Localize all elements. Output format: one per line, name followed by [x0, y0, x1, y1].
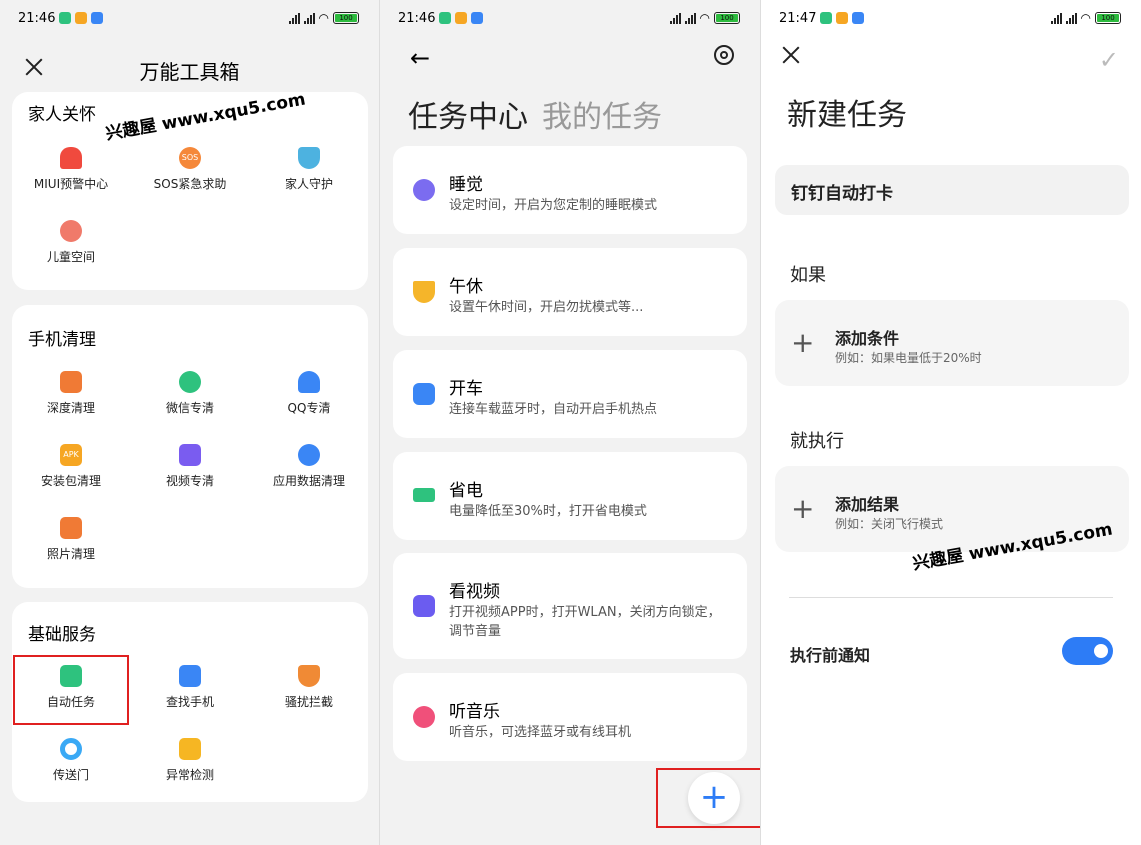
close-icon[interactable] — [779, 44, 803, 68]
toolbox-header: 万能工具箱 — [0, 52, 379, 84]
tool-kids-space[interactable]: 儿童空间 — [12, 220, 130, 265]
back-arrow-icon[interactable]: ← — [410, 44, 430, 72]
task-tabs: 任务中心 我的任务 — [408, 92, 662, 136]
battery-icon: 100 — [1095, 12, 1121, 24]
app-notify-icon — [471, 12, 484, 24]
highlight-box — [13, 655, 129, 725]
tool-spam-block[interactable]: 骚扰拦截 — [250, 665, 368, 710]
task-card-power-save[interactable]: 省电 电量降低至30%时，打开省电模式 — [393, 452, 747, 540]
notify-before-label: 执行前通知 — [790, 646, 871, 665]
battery-icon: 100 — [714, 12, 740, 24]
tab-task-center[interactable]: 任务中心 — [408, 100, 528, 135]
confirm-check-icon[interactable]: ✓ — [1099, 46, 1119, 74]
task-name-field[interactable]: 钉钉自动打卡 — [775, 165, 1129, 215]
task-card-watch-video[interactable]: 看视频 打开视频APP时，打开WLAN，关闭方向锁定，调节音量 — [393, 553, 747, 659]
tool-video-clean[interactable]: 视频专清 — [131, 444, 249, 489]
status-bar: 21:46 ◠ 100 — [18, 8, 359, 28]
status-bar: 21:46 ◠ 100 — [398, 8, 740, 28]
kid-face-icon — [60, 220, 82, 242]
new-task-screen: 21:47 ◠ 100 ✓ 新建任务 钉钉自动打卡 如果 + 添加条件 例如：如… — [761, 0, 1141, 845]
tool-portal[interactable]: 传送门 — [12, 738, 130, 783]
status-time: 21:46 — [398, 10, 436, 26]
tool-anomaly-check[interactable]: 异常检测 — [131, 738, 249, 783]
divider — [789, 597, 1113, 598]
wechat-notify-icon — [820, 12, 833, 24]
car-icon — [413, 383, 435, 405]
notify-before-toggle[interactable] — [1062, 637, 1113, 665]
medkit-icon — [179, 738, 201, 760]
alarm-icon — [60, 147, 82, 169]
tool-wechat-clean[interactable]: 微信专清 — [131, 371, 249, 416]
plus-icon: + — [791, 492, 815, 525]
wifi-icon: ◠ — [318, 11, 329, 25]
section-title: 家人关怀 — [28, 105, 96, 125]
shield-block-icon — [298, 665, 320, 687]
task-center-screen: 21:46 ◠ 100 ← 任务中心 我的任务 睡觉 设定时间，开启为您定制的睡眠… — [380, 0, 761, 845]
signal-icon — [1065, 12, 1077, 24]
then-label: 就执行 — [790, 431, 844, 452]
video-icon — [179, 444, 201, 466]
video-icon — [413, 595, 435, 617]
app-notify-icon — [852, 12, 865, 24]
photo-icon — [60, 517, 82, 539]
signal-icon — [1050, 12, 1062, 24]
tool-sos[interactable]: SOS SOS紧急求助 — [131, 147, 249, 192]
tool-apk-clean[interactable]: APK 安装包清理 — [12, 444, 130, 489]
coffee-icon — [413, 281, 435, 303]
wechat-icon — [179, 371, 201, 393]
page-title: 新建任务 — [787, 98, 907, 133]
sos-icon: SOS — [179, 147, 201, 169]
portal-icon — [60, 738, 82, 760]
tool-find-phone[interactable]: 查找手机 — [131, 665, 249, 710]
section-phone-clean: 手机清理 深度清理 微信专清 QQ专清 APK 安装包清理 视频专清 应用数据清理… — [12, 305, 368, 588]
tool-app-data-clean[interactable]: 应用数据清理 — [250, 444, 368, 489]
tool-family-guard[interactable]: 家人守护 — [250, 147, 368, 192]
task-card-sleep[interactable]: 睡觉 设定时间，开启为您定制的睡眠模式 — [393, 146, 747, 234]
tab-my-tasks[interactable]: 我的任务 — [542, 100, 662, 135]
tool-photo-clean[interactable]: 照片清理 — [12, 517, 130, 562]
moon-icon — [413, 179, 435, 201]
status-time: 21:46 — [18, 10, 56, 26]
settings-gear-icon[interactable] — [714, 45, 734, 65]
wechat-notify-icon — [439, 12, 452, 24]
app-notify-icon — [91, 12, 104, 24]
app-notify-icon — [75, 12, 88, 24]
tool-qq-clean[interactable]: QQ专清 — [250, 371, 368, 416]
wechat-notify-icon — [59, 12, 72, 24]
tool-deep-clean[interactable]: 深度清理 — [12, 371, 130, 416]
app-notify-icon — [455, 12, 468, 24]
signal-icon — [684, 12, 696, 24]
page-title: 万能工具箱 — [139, 60, 240, 84]
task-card-nap[interactable]: 午休 设置午休时间，开启勿扰模式等... — [393, 248, 747, 336]
highlight-box — [656, 768, 760, 828]
task-card-music[interactable]: 听音乐 听音乐，可选择蓝牙或有线耳机 — [393, 673, 747, 761]
battery-icon: 100 — [333, 12, 359, 24]
music-note-icon — [413, 706, 435, 728]
signal-icon — [288, 12, 300, 24]
qq-icon — [298, 371, 320, 393]
status-bar: 21:47 ◠ 100 — [779, 8, 1121, 28]
plus-icon: + — [791, 326, 815, 359]
signal-icon — [669, 12, 681, 24]
section-title: 手机清理 — [28, 330, 96, 350]
task-card-drive[interactable]: 开车 连接车载蓝牙时，自动开启手机热点 — [393, 350, 747, 438]
toolbox-screen: 21:46 ◠ 100 万能工具箱 家人关怀 MIUI预警中心 SOS SOS紧急… — [0, 0, 380, 845]
battery-save-icon — [413, 488, 435, 502]
section-title: 基础服务 — [28, 625, 96, 645]
status-time: 21:47 — [779, 10, 817, 26]
app-notify-icon — [836, 12, 849, 24]
phone-locate-icon — [179, 665, 201, 687]
wifi-icon: ◠ — [1080, 11, 1091, 25]
wifi-icon: ◠ — [699, 11, 710, 25]
apk-icon: APK — [60, 444, 82, 466]
shield-icon — [298, 147, 320, 169]
broom-icon — [60, 371, 82, 393]
if-label: 如果 — [790, 265, 826, 286]
tool-miui-alert[interactable]: MIUI预警中心 — [12, 147, 130, 192]
signal-icon — [303, 12, 315, 24]
pie-chart-icon — [298, 444, 320, 466]
add-condition-button[interactable]: + 添加条件 例如：如果电量低于20%时 — [775, 300, 1129, 386]
